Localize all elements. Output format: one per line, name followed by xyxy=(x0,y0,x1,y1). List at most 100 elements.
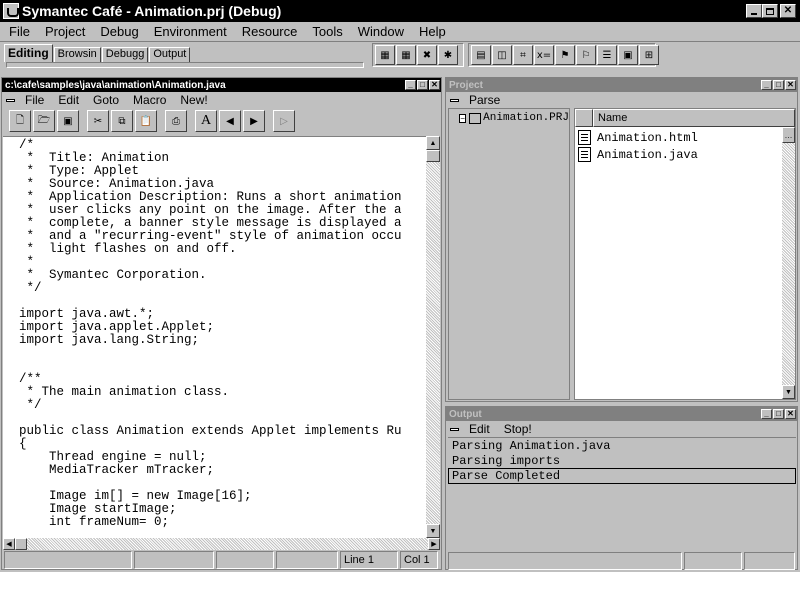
code-line[interactable] xyxy=(19,347,426,360)
editor-vertical-scrollbar[interactable]: ▲ ▼ xyxy=(426,136,440,538)
file-list-scroll-down[interactable]: ▼ xyxy=(782,385,795,399)
code-line[interactable]: */ xyxy=(19,282,426,295)
copy-icon[interactable]: ⧉ xyxy=(111,110,133,132)
code-line[interactable]: import java.lang.String; xyxy=(19,334,426,347)
editor-minimize-button[interactable]: _ xyxy=(405,80,416,90)
output-system-menu-icon[interactable] xyxy=(446,423,462,435)
project-menu-parse[interactable]: Parse xyxy=(462,93,507,107)
code-line[interactable] xyxy=(19,360,426,373)
find-next-icon[interactable]: ▶ xyxy=(243,110,265,132)
rebuild-icon[interactable]: ▦ xyxy=(396,45,416,65)
menu-environment[interactable]: Environment xyxy=(145,24,233,39)
tab-output[interactable]: Output xyxy=(149,47,191,62)
editor-close-button[interactable]: ✕ xyxy=(429,80,440,90)
file-name[interactable]: Animation.java xyxy=(597,148,698,162)
output-menu-stop[interactable]: Stop! xyxy=(497,422,539,436)
project-close-button[interactable]: ✕ xyxy=(785,80,796,90)
code-line[interactable]: public class Animation extends Applet im… xyxy=(19,425,426,438)
output-status-bar xyxy=(446,552,797,570)
breakpoint-icon[interactable]: ⚑ xyxy=(555,45,575,65)
file-list-more-button[interactable]: … xyxy=(782,127,795,143)
scroll-thumb[interactable] xyxy=(426,150,440,162)
output-minimize-button[interactable]: _ xyxy=(761,409,772,419)
editor-horizontal-scrollbar[interactable]: ◀ ▶ xyxy=(3,538,440,550)
file-name[interactable]: Animation.html xyxy=(597,131,698,145)
code-editor[interactable]: /* * Title: Animation * Type: Applet * S… xyxy=(3,136,426,538)
code-line[interactable]: MediaTracker mTracker; xyxy=(19,464,426,477)
file-item[interactable]: Animation.html xyxy=(575,129,795,146)
scroll-down-arrow[interactable]: ▼ xyxy=(426,524,440,538)
status-field-3 xyxy=(216,551,274,569)
code-text[interactable]: /* * Title: Animation * Type: Applet * S… xyxy=(3,137,426,529)
tab-debugging[interactable]: Debugg xyxy=(101,47,149,62)
code-line[interactable]: * Symantec Corporation. xyxy=(19,269,426,282)
flag-icon[interactable]: ⚐ xyxy=(576,45,596,65)
project-system-menu-icon[interactable] xyxy=(446,94,462,106)
icon-column-header[interactable] xyxy=(575,109,593,127)
menu-help[interactable]: Help xyxy=(410,24,452,39)
menu-tools[interactable]: Tools xyxy=(303,24,348,39)
status-col: Col 1 xyxy=(400,551,438,569)
watch-icon[interactable]: ⌗ xyxy=(513,45,533,65)
hscroll-thumb[interactable] xyxy=(15,538,27,550)
execute-icon[interactable]: ✱ xyxy=(438,45,458,65)
editor-maximize-button[interactable]: □ xyxy=(417,80,428,90)
scroll-right-arrow[interactable]: ▶ xyxy=(428,538,440,550)
file-item[interactable]: Animation.java xyxy=(575,146,795,163)
code-line[interactable]: * light flashes on and off. xyxy=(19,243,426,256)
tree-root-node[interactable]: − Animation.PRJ xyxy=(449,109,569,124)
project-view-icon[interactable]: ▤ xyxy=(471,45,491,65)
find-icon[interactable]: A xyxy=(195,110,217,132)
tab-editing[interactable]: Editing xyxy=(4,44,53,62)
collapse-icon[interactable]: − xyxy=(459,113,467,123)
code-line[interactable]: * The main animation class. xyxy=(19,386,426,399)
editor-menu-new[interactable]: New! xyxy=(173,93,214,107)
new-file-icon[interactable]: 🗋 xyxy=(9,110,31,132)
build-icon[interactable]: ▦ xyxy=(375,45,395,65)
code-line[interactable]: */ xyxy=(19,399,426,412)
run-icon[interactable]: ▷ xyxy=(273,110,295,132)
paste-icon[interactable]: 📋 xyxy=(135,110,157,132)
menu-window[interactable]: Window xyxy=(349,24,410,39)
split-view-icon[interactable]: ◫ xyxy=(492,45,512,65)
menu-resource[interactable]: Resource xyxy=(233,24,304,39)
threads-icon[interactable]: ⊞ xyxy=(639,45,659,65)
open-file-icon[interactable]: 🗁 xyxy=(33,110,55,132)
maximize-button[interactable] xyxy=(762,4,778,18)
minimize-button[interactable] xyxy=(746,4,762,18)
stop-build-icon[interactable]: ✖ xyxy=(417,45,437,65)
print-icon[interactable]: ⎙ xyxy=(165,110,187,132)
call-stack-icon[interactable]: ☰ xyxy=(597,45,617,65)
editor-menu-edit[interactable]: Edit xyxy=(51,93,86,107)
save-icon[interactable]: ▣ xyxy=(57,110,79,132)
close-button[interactable]: ✕ xyxy=(780,4,796,18)
file-list-scrollbar[interactable]: … ▼ xyxy=(782,127,795,399)
tab-browsing[interactable]: Browsin xyxy=(53,47,101,62)
scroll-left-arrow[interactable]: ◀ xyxy=(3,538,15,550)
editor-menu-goto[interactable]: Goto xyxy=(86,93,126,107)
menu-project[interactable]: Project xyxy=(36,24,91,39)
editor-system-menu-icon[interactable] xyxy=(2,94,18,106)
editor-file-path: c:\cafe\samples\java\animation\Animation… xyxy=(5,79,226,91)
output-close-button[interactable]: ✕ xyxy=(785,409,796,419)
tree-root-label[interactable]: Animation.PRJ xyxy=(483,112,569,124)
project-minimize-button[interactable]: _ xyxy=(761,80,772,90)
window-title: Symantec Café - Animation.prj (Debug) xyxy=(22,3,282,19)
find-prev-icon[interactable]: ◀ xyxy=(219,110,241,132)
code-line[interactable]: int frameNum= 0; xyxy=(19,516,426,529)
output-maximize-button[interactable]: □ xyxy=(773,409,784,419)
name-column-header[interactable]: Name xyxy=(593,109,795,127)
output-log[interactable]: Parsing Animation.java Parsing imports P… xyxy=(448,437,796,551)
editor-menu-macro[interactable]: Macro xyxy=(126,93,173,107)
output-menu-edit[interactable]: Edit xyxy=(462,422,497,436)
output-window-icon[interactable]: ▣ xyxy=(618,45,638,65)
project-maximize-button[interactable]: □ xyxy=(773,80,784,90)
cut-icon[interactable]: ✂ xyxy=(87,110,109,132)
menu-file[interactable]: File xyxy=(0,24,36,39)
menu-debug[interactable]: Debug xyxy=(91,24,144,39)
scroll-up-arrow[interactable]: ▲ xyxy=(426,136,440,150)
editor-menu-file[interactable]: File xyxy=(18,93,51,107)
data-icon[interactable]: x= xyxy=(534,45,554,65)
tab-strip-well xyxy=(6,62,364,68)
app-icon[interactable] xyxy=(3,3,19,19)
